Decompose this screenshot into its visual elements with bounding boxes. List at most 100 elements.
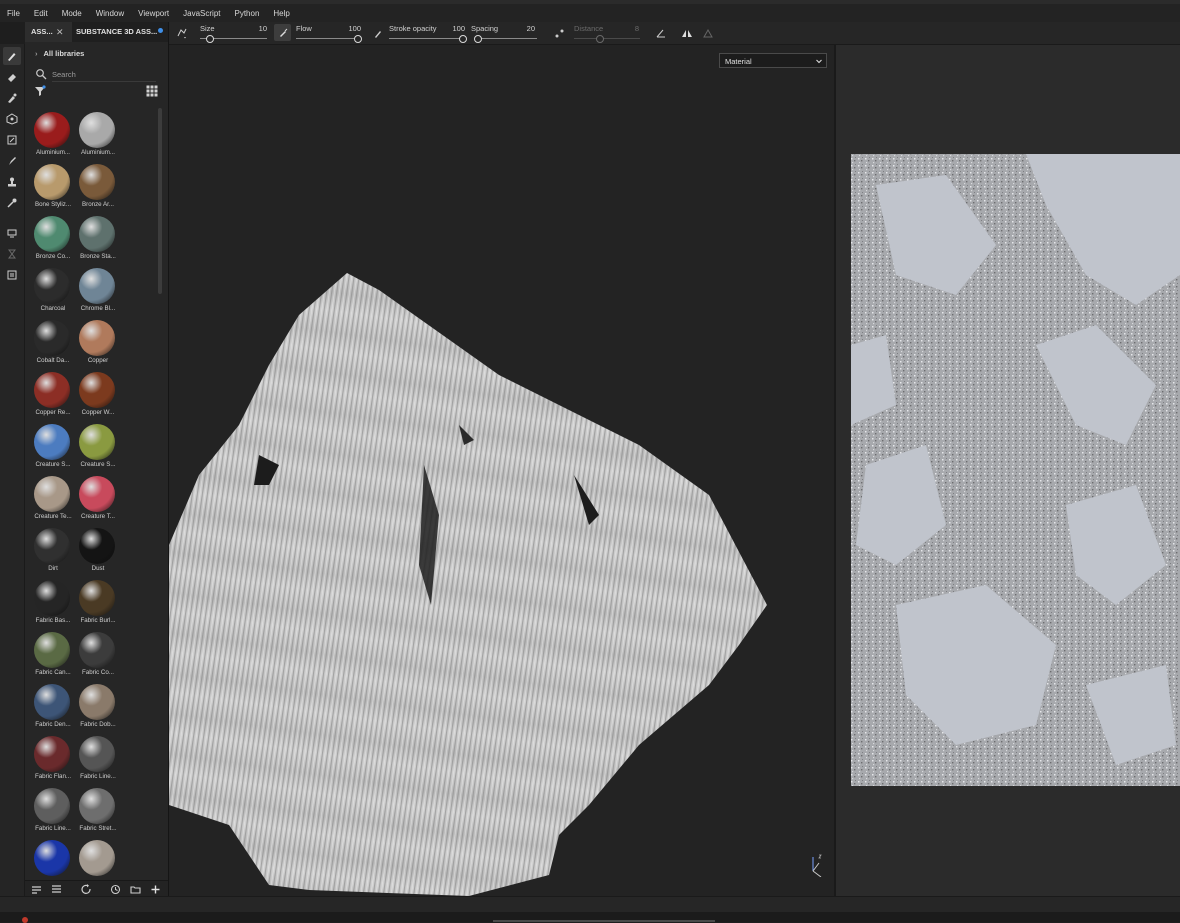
layer-assign-tool[interactable]	[3, 266, 21, 284]
material-thumbnail[interactable]: Dust	[74, 524, 118, 576]
flow-label: Flow	[296, 24, 312, 33]
material-thumbnail[interactable]: Fabric Flan...	[29, 732, 73, 784]
material-thumbnail[interactable]: Bone Styliz...	[29, 160, 73, 212]
clone-tool[interactable]	[3, 173, 21, 191]
tab-substance-assets[interactable]: SUBSTANCE 3D ASS...	[76, 22, 157, 42]
stroke-dots-icon[interactable]	[554, 27, 566, 39]
material-thumbnail[interactable]	[74, 836, 118, 880]
material-thumbnail[interactable]: Creature S...	[74, 420, 118, 472]
material-thumbnail[interactable]: Dirt	[29, 524, 73, 576]
tab-assets[interactable]: ASS... ✕	[25, 22, 72, 42]
projection-icon	[8, 93, 17, 103]
tab-close-icon[interactable]: ✕	[56, 22, 64, 42]
material-thumbnail[interactable]: Fabric Can...	[29, 628, 73, 680]
material-preview-sphere	[79, 216, 115, 252]
hourglass-icon	[8, 249, 16, 259]
grid-view-icon[interactable]	[146, 85, 158, 97]
folder-icon[interactable]	[130, 884, 141, 895]
flow-slider-handle[interactable]	[354, 35, 362, 43]
flow-value[interactable]: 100	[341, 24, 361, 33]
stroke-opacity-slider[interactable]	[389, 38, 463, 39]
material-thumbnail[interactable]: Fabric Co...	[74, 628, 118, 680]
material-thumbnail[interactable]: Bronze Sta...	[74, 212, 118, 264]
panel-scrollbar[interactable]	[158, 108, 162, 294]
color-picker-tool[interactable]	[3, 194, 21, 212]
menu-mode[interactable]: Mode	[55, 9, 89, 18]
polygon-fill-tool[interactable]	[3, 131, 21, 149]
material-thumbnail[interactable]: Fabric Line...	[29, 784, 73, 836]
material-thumbnail[interactable]: Fabric Burl...	[74, 576, 118, 628]
material-thumbnail[interactable]	[29, 836, 73, 880]
distance-slider-handle	[596, 35, 605, 43]
all-libraries-row[interactable]: › All libraries	[35, 49, 84, 58]
lazy-mouse-icon[interactable]	[176, 27, 188, 39]
material-thumbnail[interactable]: Copper Re...	[29, 368, 73, 420]
bake-tool[interactable]	[3, 224, 21, 242]
size-value[interactable]: 10	[247, 24, 267, 33]
eraser-icon	[8, 74, 16, 82]
smudge-tool[interactable]	[3, 152, 21, 170]
refresh-icon[interactable]	[81, 884, 92, 895]
brush-preset-button[interactable]	[274, 24, 291, 41]
add-icon[interactable]	[150, 884, 161, 895]
size-slider-handle[interactable]	[206, 35, 215, 43]
opacity-brush-icon[interactable]	[372, 27, 384, 39]
symmetry-icon[interactable]	[681, 27, 693, 39]
material-preview-sphere	[34, 112, 70, 148]
menu-javascript[interactable]: JavaScript	[176, 9, 227, 18]
material-thumbnail[interactable]: Creature T...	[74, 472, 118, 524]
material-thumbnail[interactable]: Aluminium...	[74, 108, 118, 160]
eraser-tool[interactable]	[3, 68, 21, 86]
material-thumbnail[interactable]: Aluminium...	[29, 108, 73, 160]
search-input[interactable]	[52, 67, 156, 82]
material-thumbnail[interactable]: Fabric Den...	[29, 680, 73, 732]
stroke-opacity-handle[interactable]	[459, 35, 467, 43]
material-label: Dust	[91, 565, 105, 572]
material-thumbnail[interactable]: Fabric Dob...	[74, 680, 118, 732]
material-thumbnail[interactable]: Fabric Stret...	[74, 784, 118, 836]
material-thumbnail[interactable]: Copper W...	[74, 368, 118, 420]
flow-slider[interactable]	[296, 38, 358, 39]
spacing-slider[interactable]	[475, 38, 537, 39]
material-label: Bronze Co...	[35, 253, 71, 260]
material-label: Fabric Line...	[35, 825, 71, 832]
projection-tool[interactable]	[3, 89, 21, 107]
geometry-mask-icon	[6, 113, 18, 125]
history-icon[interactable]	[110, 884, 121, 895]
menu-edit[interactable]: Edit	[27, 9, 55, 18]
menu-file[interactable]: File	[0, 9, 27, 18]
geometry-mask-tool[interactable]	[3, 110, 21, 128]
material-thumbnail[interactable]: Copper	[74, 316, 118, 368]
material-thumbnail[interactable]: Creature S...	[29, 420, 73, 472]
material-preview-sphere	[34, 580, 70, 616]
viewport-2d[interactable]	[836, 45, 1180, 896]
list-view-icon[interactable]	[51, 884, 62, 895]
material-thumbnail[interactable]: Fabric Bas...	[29, 576, 73, 628]
hair-mesh	[169, 273, 767, 896]
material-thumbnail[interactable]: Cobalt Da...	[29, 316, 73, 368]
stroke-opacity-value[interactable]: 100	[445, 24, 465, 33]
menu-python[interactable]: Python	[228, 9, 267, 18]
material-thumbnail[interactable]: Bronze Co...	[29, 212, 73, 264]
alignment-icon[interactable]	[655, 27, 667, 39]
material-label: Cobalt Da...	[36, 357, 70, 364]
material-thumbnail[interactable]: Charcoal	[29, 264, 73, 316]
menu-help[interactable]: Help	[266, 9, 296, 18]
channel-select[interactable]: Material	[719, 53, 827, 68]
filter-icon[interactable]	[34, 85, 46, 97]
viewport-3d[interactable]: Material	[169, 45, 834, 896]
layer-assign-icon	[7, 270, 17, 280]
paint-tool[interactable]	[3, 47, 21, 65]
taskbar-strip	[0, 912, 1180, 923]
material-thumbnail[interactable]: Bronze Ar...	[74, 160, 118, 212]
spacing-slider-handle[interactable]	[474, 35, 483, 43]
spacing-value[interactable]: 20	[515, 24, 535, 33]
hourglass-tool	[3, 245, 21, 263]
material-thumbnail[interactable]: Creature Te...	[29, 472, 73, 524]
distance-slider	[574, 38, 640, 39]
menu-viewport[interactable]: Viewport	[131, 9, 176, 18]
import-icon[interactable]	[31, 884, 42, 895]
material-thumbnail[interactable]: Fabric Line...	[74, 732, 118, 784]
menu-window[interactable]: Window	[89, 9, 131, 18]
material-thumbnail[interactable]: Chrome Bl...	[74, 264, 118, 316]
